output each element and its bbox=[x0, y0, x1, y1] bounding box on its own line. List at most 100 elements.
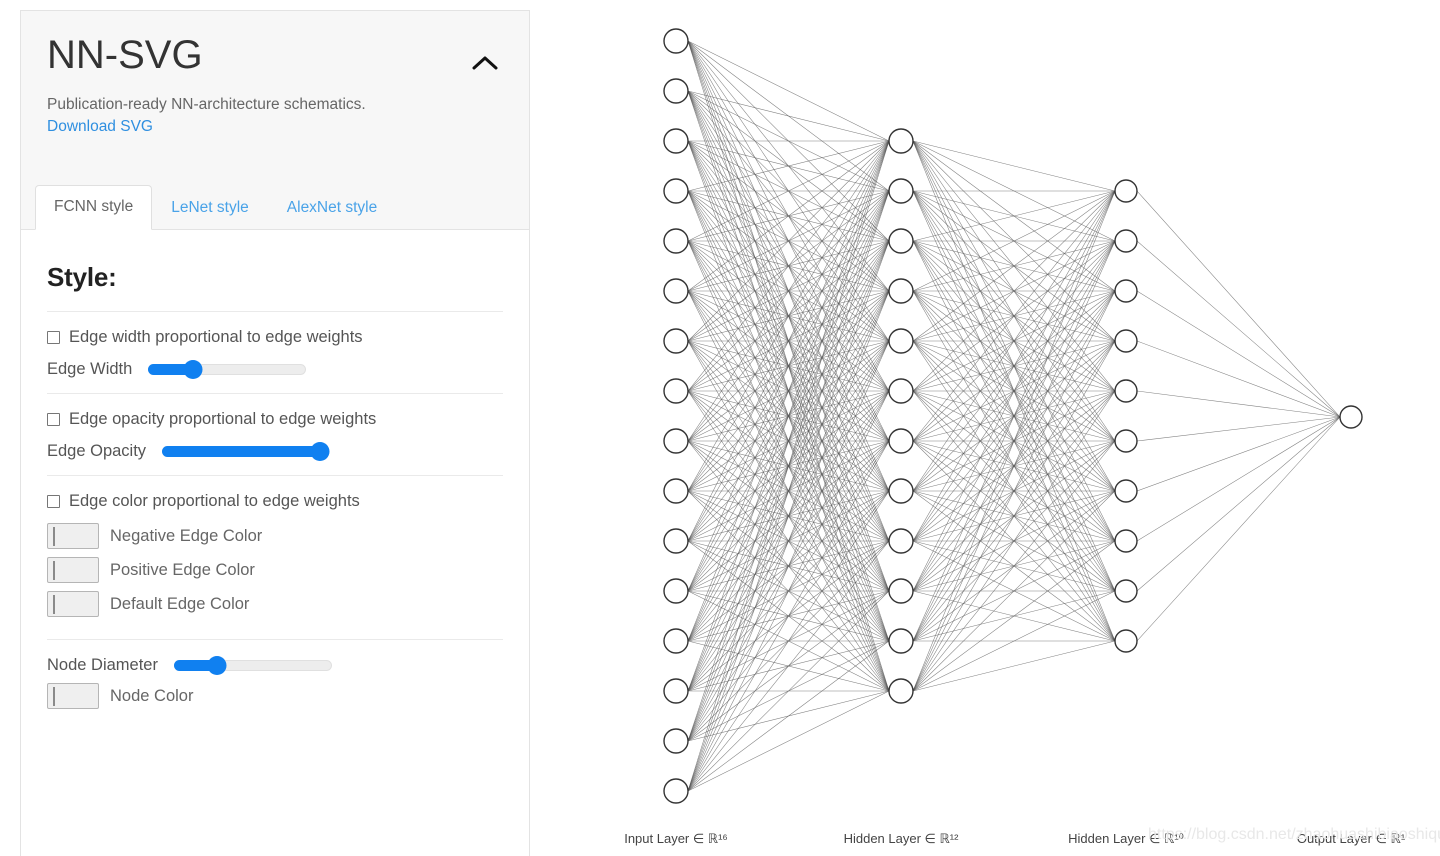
network-node bbox=[663, 478, 689, 504]
slider-thumb[interactable] bbox=[207, 656, 227, 676]
tab-bar: FCNN style LeNet style AlexNet style bbox=[35, 185, 396, 230]
default-edge-color-row: Default Edge Color bbox=[47, 591, 503, 618]
edge-width-slider-row: Edge Width bbox=[47, 359, 503, 379]
network-node bbox=[1114, 429, 1138, 453]
tab-alexnet-style[interactable]: AlexNet style bbox=[268, 186, 396, 230]
network-node bbox=[888, 178, 914, 204]
download-svg-link[interactable]: Download SVG bbox=[47, 118, 153, 136]
network-node bbox=[1114, 529, 1138, 553]
network-node bbox=[663, 778, 689, 804]
network-node bbox=[663, 378, 689, 404]
color-chip bbox=[53, 561, 55, 581]
edge-width-checkbox-row[interactable]: Edge width proportional to edge weights bbox=[47, 328, 503, 348]
edge-opacity-checkbox-row[interactable]: Edge opacity proportional to edge weight… bbox=[47, 410, 503, 430]
edge-width-slider[interactable] bbox=[148, 359, 307, 379]
network-svg bbox=[663, 28, 1363, 804]
edge-group bbox=[687, 40, 1341, 792]
network-node bbox=[663, 728, 689, 754]
slider-thumb[interactable] bbox=[310, 441, 330, 461]
network-node bbox=[663, 128, 689, 154]
network-node bbox=[888, 528, 914, 554]
layer-label-2: Hidden Layer ∈ ℝ¹⁰ bbox=[1068, 831, 1184, 846]
edge-opacity-checkbox-label: Edge opacity proportional to edge weight… bbox=[69, 409, 377, 428]
edge-opacity-slider-label: Edge Opacity bbox=[47, 441, 147, 460]
network-node bbox=[888, 578, 914, 604]
tab-fcnn-style[interactable]: FCNN style bbox=[35, 185, 153, 230]
divider bbox=[47, 639, 503, 641]
network-node bbox=[888, 278, 914, 304]
default-edge-color-label: Default Edge Color bbox=[110, 594, 250, 613]
divider bbox=[47, 311, 503, 312]
network-node bbox=[1114, 629, 1138, 653]
edge-width-slider-label: Edge Width bbox=[47, 359, 133, 378]
node-diameter-slider-label: Node Diameter bbox=[47, 656, 158, 675]
network-node bbox=[663, 328, 689, 354]
network-node bbox=[888, 478, 914, 504]
edge-color-checkbox-label: Edge color proportional to edge weights bbox=[69, 491, 360, 510]
node-color-swatch[interactable] bbox=[47, 683, 99, 710]
edge-color-checkbox-row[interactable]: Edge color proportional to edge weights bbox=[47, 492, 503, 512]
panel-header: NN-SVG Publication-ready NN-architecture… bbox=[21, 11, 529, 230]
network-node bbox=[888, 378, 914, 404]
app-root: NN-SVG Publication-ready NN-architecture… bbox=[0, 0, 1440, 856]
edge-width-checkbox-label: Edge width proportional to edge weights bbox=[69, 328, 363, 346]
slider-thumb[interactable] bbox=[183, 359, 203, 379]
network-node bbox=[1114, 179, 1138, 203]
default-edge-color-swatch[interactable] bbox=[47, 591, 99, 618]
positive-edge-color-row: Positive Edge Color bbox=[47, 557, 503, 584]
network-node bbox=[663, 28, 689, 54]
network-node bbox=[663, 578, 689, 604]
panel-body: Style: Edge width proportional to edge w… bbox=[21, 230, 529, 710]
divider bbox=[47, 392, 503, 394]
network-node bbox=[663, 278, 689, 304]
negative-edge-color-swatch[interactable] bbox=[47, 523, 99, 550]
layer-label-1: Hidden Layer ∈ ℝ¹² bbox=[843, 831, 959, 846]
network-node bbox=[1114, 229, 1138, 253]
node-diameter-slider-row: Node Diameter bbox=[47, 656, 503, 676]
page-title: NN-SVG bbox=[47, 33, 203, 77]
network-node bbox=[663, 678, 689, 704]
network-node bbox=[1114, 479, 1138, 503]
edge-color-checkbox[interactable] bbox=[47, 494, 60, 508]
network-node bbox=[1114, 329, 1138, 353]
network-node bbox=[888, 128, 914, 154]
app-subtitle: Publication-ready NN-architecture schema… bbox=[47, 96, 366, 113]
negative-edge-color-label: Negative Edge Color bbox=[110, 526, 263, 545]
negative-edge-color-row: Negative Edge Color bbox=[47, 523, 503, 550]
network-node bbox=[888, 628, 914, 654]
network-node bbox=[888, 428, 914, 454]
positive-edge-color-swatch[interactable] bbox=[47, 557, 99, 584]
network-node bbox=[1114, 579, 1138, 603]
network-node bbox=[888, 228, 914, 254]
edge-opacity-slider-row: Edge Opacity bbox=[47, 441, 503, 461]
node-color-row: Node Color bbox=[47, 683, 503, 710]
network-node bbox=[663, 628, 689, 654]
edge-opacity-checkbox[interactable] bbox=[47, 413, 60, 427]
chevron-up-icon[interactable] bbox=[465, 43, 505, 83]
positive-edge-color-label: Positive Edge Color bbox=[110, 560, 255, 579]
style-section-heading: Style: bbox=[47, 262, 117, 292]
edge-opacity-slider[interactable] bbox=[162, 441, 330, 461]
network-node bbox=[1114, 379, 1138, 403]
node-diameter-slider[interactable] bbox=[173, 656, 332, 676]
network-node bbox=[663, 528, 689, 554]
network-node bbox=[888, 678, 914, 704]
color-chip bbox=[53, 527, 55, 547]
network-diagram: Input Layer ∈ ℝ¹⁶ Hidden Layer ∈ ℝ¹² Hidde… bbox=[560, 0, 1440, 856]
divider bbox=[47, 474, 503, 476]
control-panel: NN-SVG Publication-ready NN-architecture… bbox=[20, 10, 530, 856]
node-color-label: Node Color bbox=[110, 686, 194, 705]
network-node bbox=[1339, 405, 1363, 429]
network-node bbox=[663, 228, 689, 254]
edge-width-checkbox[interactable] bbox=[47, 331, 60, 345]
layer-label-3: Output Layer ∈ ℝ¹ bbox=[1296, 831, 1406, 846]
tab-lenet-style[interactable]: LeNet style bbox=[152, 186, 268, 230]
network-node bbox=[663, 78, 689, 104]
slider-fill bbox=[162, 445, 321, 457]
layer-label-0: Input Layer ∈ ℝ¹⁶ bbox=[624, 831, 728, 846]
color-chip bbox=[53, 595, 55, 615]
color-chip bbox=[53, 687, 55, 707]
network-node bbox=[888, 328, 914, 354]
network-node bbox=[1114, 279, 1138, 303]
network-node bbox=[663, 428, 689, 454]
